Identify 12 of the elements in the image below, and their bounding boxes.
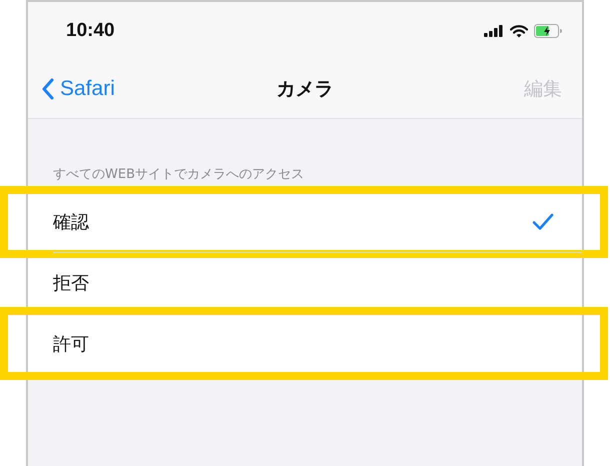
checkmark-icon bbox=[532, 213, 554, 231]
status-time: 10:40 bbox=[66, 20, 115, 42]
section-header: すべてのWEBサイトでカメラへのアクセス bbox=[52, 166, 305, 184]
option-row[interactable]: 確認 bbox=[28, 192, 582, 252]
wifi-icon bbox=[510, 24, 528, 38]
signal-icon bbox=[484, 25, 504, 37]
chevron-left-icon bbox=[42, 78, 54, 100]
battery-icon bbox=[534, 24, 562, 38]
option-row[interactable]: 拒否 bbox=[53, 252, 582, 313]
option-row[interactable]: 許可 bbox=[53, 313, 582, 374]
nav-title: カメラ bbox=[276, 77, 334, 102]
back-button[interactable]: Safari bbox=[42, 77, 115, 101]
